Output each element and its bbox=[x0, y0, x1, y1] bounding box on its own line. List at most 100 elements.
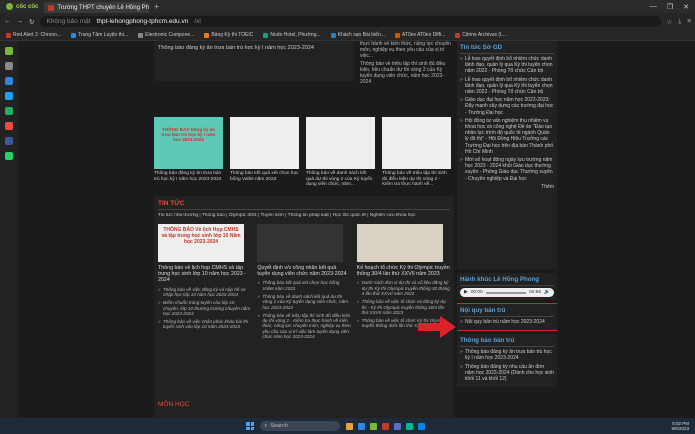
thumbnail-caption[interactable]: Thông báo về danh sách kết quả dự thi vò… bbox=[306, 171, 375, 188]
download-icon[interactable]: ⤓ bbox=[678, 18, 681, 26]
files-icon[interactable] bbox=[346, 422, 354, 430]
sidebar-app-icon[interactable] bbox=[5, 152, 13, 160]
menu-icon[interactable]: ≡ bbox=[687, 18, 691, 26]
bookmark-icon bbox=[6, 32, 11, 38]
volume-icon[interactable]: 🔊 bbox=[544, 290, 550, 295]
browser-logo[interactable]: cốc cốc bbox=[0, 0, 45, 13]
list-item[interactable]: Lễ trao quyết định bổ nhiệm chức danh lã… bbox=[460, 77, 554, 96]
maximize-icon[interactable]: ❐ bbox=[667, 3, 673, 11]
app-icon[interactable] bbox=[382, 422, 390, 430]
bookmark-item[interactable]: Red Alert 2: Chrono... bbox=[6, 32, 61, 38]
news-card[interactable]: Thông báo đăng ký ăn trưa bán trú học kỳ… bbox=[154, 41, 354, 81]
seek-bar[interactable] bbox=[485, 291, 526, 294]
url-field[interactable]: Không bảo mật thpt-lehongphong-tphcm.edu.… bbox=[40, 16, 661, 27]
star-icon[interactable]: ☆ bbox=[667, 18, 673, 26]
news-image[interactable] bbox=[257, 224, 344, 262]
address-bar: ← → ↻ Không bảo mật thpt-lehongphong-tphc… bbox=[0, 13, 695, 30]
back-icon[interactable]: ← bbox=[4, 18, 11, 25]
more-link[interactable]: Thêm bbox=[460, 184, 554, 190]
coccoc-icon[interactable] bbox=[370, 422, 378, 430]
list-item[interactable]: Hội đồng tư vấn nghiệm thu nhiệm vụ khoa… bbox=[460, 118, 554, 155]
boarding-rules-panel: Nội quy bán trú Nội quy bán trú năm học … bbox=[457, 302, 557, 332]
list-item[interactable]: Điểm chuẩn trúng tuyển vào lớp 10 chuyên… bbox=[158, 300, 251, 316]
bookmark-item[interactable]: Nodo Hotel, Phường... bbox=[263, 32, 321, 38]
news-title[interactable]: Thông báo về lịch họp CMHS và tập trung … bbox=[158, 265, 251, 284]
game-icon[interactable] bbox=[5, 107, 13, 115]
play-icon[interactable]: ▶ bbox=[464, 290, 468, 295]
start-icon[interactable] bbox=[246, 422, 255, 430]
list-item[interactable]: Danh sách đơn vị dự thi và số liệu đăng … bbox=[357, 280, 450, 296]
list-item[interactable]: Giáo dục đại học năm học 2022-2023: Đẩy … bbox=[460, 97, 554, 116]
thumbnail-image[interactable] bbox=[306, 117, 375, 169]
word-icon[interactable] bbox=[418, 422, 426, 430]
insecure-label: Không bảo mật bbox=[46, 18, 91, 25]
forward-icon[interactable]: → bbox=[17, 18, 24, 25]
thumbnail-row: THÔNG BÁO Đăng ký ăn trưa bán trú học kỳ… bbox=[154, 117, 454, 188]
search-icon: ⌕ bbox=[264, 422, 268, 429]
thumbnail-item[interactable]: Thông báo kết quả xét chọn học bổng Vall… bbox=[230, 117, 299, 188]
thumbnail-item[interactable]: Thông báo về triệu tập thí sinh đủ điều … bbox=[382, 117, 451, 188]
list-item[interactable]: Lễ trao quyết định bổ nhiệm chức danh lã… bbox=[460, 56, 554, 75]
minimize-icon[interactable]: — bbox=[650, 3, 657, 11]
close-window-icon[interactable]: ✕ bbox=[683, 3, 689, 11]
anthem-panel: Hành khúc Lê Hồng Phong ▶ 00:00 02:56 🔊 bbox=[457, 273, 557, 300]
list-item[interactable]: Thông báo về việc đăng ký và nộp hồ sơ n… bbox=[158, 287, 251, 298]
thumbnail-image[interactable]: THÔNG BÁO Đăng ký ăn trưa bán trú học kỳ… bbox=[154, 117, 223, 169]
thumbnail-caption[interactable]: Thông báo đăng ký ăn trưa bán trú học kỳ… bbox=[154, 171, 223, 182]
list-item[interactable]: Thông báo về danh sách kết quả dự thi vò… bbox=[257, 294, 350, 310]
red-arrow-icon bbox=[418, 316, 456, 338]
news-card-title[interactable]: Thông báo đăng ký ăn trưa bán trú học kỳ… bbox=[158, 45, 314, 51]
bookmark-item[interactable]: Trung Tâm Luyện thi... bbox=[71, 32, 128, 38]
thumbnail-caption[interactable]: Thông báo kết quả xét chọn học bổng Vall… bbox=[230, 171, 299, 182]
thumbnail-item[interactable]: Thông báo về danh sách kết quả dự thi vò… bbox=[306, 117, 375, 188]
list-item[interactable]: Thông báo về việc tổ chức và đăng ký dự … bbox=[357, 299, 450, 315]
list-item[interactable]: Thông báo đăng ký nhu cầu ăn đơn năm học… bbox=[460, 364, 554, 383]
list-item[interactable]: Mời số hoạt động ngày lưu trường năm học… bbox=[460, 157, 554, 182]
reload-icon[interactable]: ↻ bbox=[29, 18, 34, 26]
list-item[interactable]: Thông báo kết quả xét chọn học bổng Vall… bbox=[257, 280, 350, 291]
bookmark-item[interactable]: Bảng Kỳ thi TOEIC bbox=[204, 32, 253, 38]
bookmark-item[interactable]: Citrine Archives (L... bbox=[455, 32, 507, 38]
thumbnail-image[interactable] bbox=[382, 117, 451, 169]
taskbar-search[interactable]: ⌕ Search bbox=[260, 421, 341, 431]
app-icon[interactable] bbox=[394, 422, 402, 430]
sidebar-app-icon[interactable] bbox=[5, 92, 13, 100]
bookmark-item[interactable]: AT0ex AT0ex Diffi... bbox=[394, 32, 445, 38]
bookmark-icon bbox=[71, 32, 77, 38]
tab-strip: cốc cốc Trường THPT chuyên Lê Hồng Ph× +… bbox=[0, 0, 695, 13]
audio-player[interactable]: ▶ 00:00 02:56 🔊 bbox=[460, 288, 554, 297]
url-host: thpt-lehongphong-tphcm.edu.vn bbox=[96, 18, 189, 25]
news-subnav[interactable]: Tin tức nhà trường | Thông báo | Olympic… bbox=[158, 213, 450, 218]
news-image[interactable]: THÔNG BÁO Về lịch Họp CMHS và tập trung … bbox=[158, 224, 244, 262]
list-item[interactable]: Thông báo về triệu tập thí sinh đủ điều … bbox=[360, 61, 454, 85]
list-item[interactable]: Thông báo đăng ký ăn trưa bán trú học kỳ… bbox=[460, 349, 554, 361]
news-title[interactable]: Quyết định v/v công nhận kết quả tuyển d… bbox=[257, 265, 350, 277]
bookmark-item[interactable]: Khách sạn Bài biển... bbox=[330, 32, 385, 38]
news-title[interactable]: Kế hoạch tổ chức Kỳ thi Olympic truyền t… bbox=[357, 265, 450, 277]
main-content: Thông báo đăng ký ăn trưa bán trú học kỳ… bbox=[148, 41, 456, 418]
news-column: Quyết định v/v công nhận kết quả tuyển d… bbox=[257, 224, 351, 342]
list-item[interactable]: Thông báo về việc nhận phúc khảo bài thi… bbox=[158, 319, 251, 330]
sidebar-app-icon[interactable] bbox=[5, 47, 13, 55]
thumbnail-item[interactable]: THÔNG BÁO Đăng ký ăn trưa bán trú học kỳ… bbox=[154, 117, 223, 188]
sidebar-app-icon[interactable] bbox=[5, 62, 13, 70]
thumbnail-caption[interactable]: Thông báo về triệu tập thí sinh đủ điều … bbox=[382, 171, 451, 188]
youtube-icon[interactable] bbox=[5, 122, 13, 130]
list-item[interactable]: thực hành về kiến thức, năng lực chuyên … bbox=[360, 41, 454, 59]
app-icon[interactable] bbox=[406, 422, 414, 430]
messenger-icon[interactable] bbox=[5, 77, 13, 85]
bookmark-item[interactable]: Electronic Compone... bbox=[138, 32, 194, 38]
thumbnail-image[interactable] bbox=[230, 117, 299, 169]
browser-sidebar bbox=[0, 41, 18, 418]
panel-heading: Tin tức Sở GD bbox=[460, 44, 554, 54]
list-item[interactable]: Nội quy bán trú năm học 2023-2024 bbox=[460, 319, 554, 325]
facebook-icon[interactable] bbox=[5, 137, 13, 145]
new-tab-button[interactable]: + bbox=[149, 2, 164, 11]
edge-icon[interactable] bbox=[358, 422, 366, 430]
news-image[interactable] bbox=[356, 224, 443, 262]
bookmark-icon bbox=[263, 32, 269, 38]
list-item[interactable]: Thông báo về triệu tập thí sinh đủ điều … bbox=[257, 313, 350, 339]
active-tab[interactable]: Trường THPT chuyên Lê Hồng Ph× bbox=[44, 2, 150, 13]
clock[interactable]: 8:02 PM 9/6/2023 bbox=[671, 421, 689, 431]
bookmark-icon bbox=[394, 32, 400, 38]
